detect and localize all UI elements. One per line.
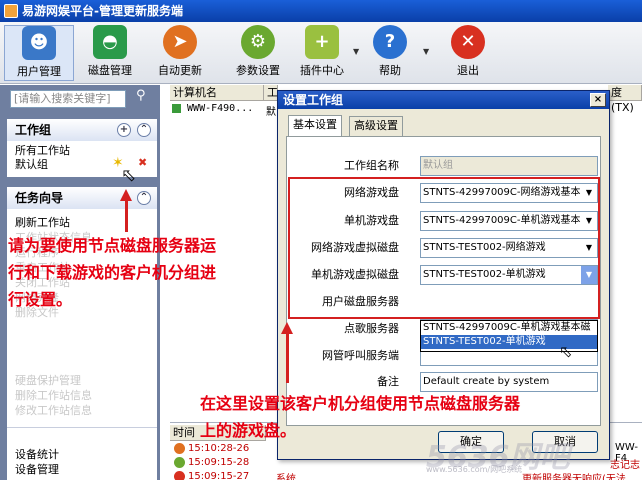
dropdown-option[interactable]: STNTS-42997009C-单机游戏基本磁 [421, 321, 597, 335]
divider [7, 427, 157, 428]
app-icon [4, 4, 18, 18]
plugin-dropdown-arrow[interactable]: ▼ [353, 47, 359, 56]
note-input[interactable]: Default create by system [420, 372, 598, 392]
column-header[interactable]: 计算机名 [170, 85, 264, 101]
group-name-label: 工作组名称 [344, 159, 399, 172]
delete-icon[interactable]: ✖ [138, 156, 147, 169]
annotation-arrow-icon [281, 322, 293, 334]
user-management-icon: ☻ [22, 26, 56, 60]
log-row[interactable]: 15:09:15-27 [174, 470, 249, 480]
group-name-field[interactable]: 默认组 [420, 156, 598, 176]
error-icon [174, 470, 185, 480]
annotation-pointer-line [286, 333, 289, 383]
toolbar-user-management-button[interactable]: ☻ 用户管理 [4, 25, 74, 81]
close-icon[interactable]: × [590, 93, 606, 107]
search-icon[interactable]: ⚲ [136, 88, 152, 104]
toolbar-disk-management-button[interactable]: ◓ 磁盘管理 [80, 25, 140, 81]
annotation-pointer-line [125, 200, 128, 232]
device-item[interactable]: 设备统计 [7, 447, 157, 462]
task-item[interactable]: 硬盘保护管理 [7, 373, 157, 388]
task-wizard-panel: 任务向导 ⌃ 刷新工作站 工作站状态信息 运行程序 重启工作站 关闭工作站 网络… [7, 187, 157, 480]
site-watermark: 5636网吧 www.5636.com/网吧系统 [426, 440, 570, 475]
workgroup-panel-header: 工作组 + ⌃ [7, 119, 157, 141]
add-workgroup-icon[interactable]: + [117, 123, 131, 137]
main-toolbar: ☻ 用户管理 ◓ 磁盘管理 ➤ 自动更新 ⚙ 参数设置 + 插件中心 ▼ ? 帮… [0, 22, 642, 84]
collapse-icon[interactable]: ⌃ [137, 123, 151, 137]
task-item[interactable]: 删除工作站信息 [7, 388, 157, 403]
disk-management-icon: ◓ [93, 25, 127, 59]
toolbar-settings-button[interactable]: ⚙ 参数设置 [228, 25, 288, 81]
auto-update-icon: ➤ [163, 25, 197, 59]
song-server-label: 点歌服务器 [344, 322, 399, 335]
note-label: 备注 [377, 375, 399, 388]
mouse-cursor-icon: ⬁ [121, 165, 137, 186]
annotation-arrow-icon [120, 189, 132, 201]
collapse-icon[interactable]: ⌃ [137, 191, 151, 205]
column-header[interactable]: 度 (TX) [608, 85, 642, 114]
netcall-server-label: 网管呼叫服务端 [322, 349, 399, 362]
help-icon: ? [373, 25, 407, 59]
toolbar-plugin-center-button[interactable]: + 插件中心 [292, 25, 352, 81]
task-wizard-header: 任务向导 ⌃ [7, 187, 157, 209]
ok-icon [174, 456, 185, 468]
toolbar-auto-update-button[interactable]: ➤ 自动更新 [150, 25, 210, 81]
log-row[interactable]: 15:09:15-28 [174, 456, 249, 470]
help-dropdown-arrow[interactable]: ▼ [423, 47, 429, 56]
workgroup-item[interactable]: 所有工作站 [7, 141, 157, 158]
info-icon [174, 442, 185, 454]
highlight-box [288, 177, 600, 319]
gear-icon: ⚙ [241, 25, 275, 59]
tab-basic-settings[interactable]: 基本设置 [288, 115, 342, 137]
column-header[interactable]: 工 [264, 85, 278, 101]
device-item[interactable]: 设备管理 [7, 462, 157, 477]
table-cell: 默 [266, 107, 276, 118]
annotation-left: 请为要使用节点磁盘服务器运 行和下载游戏的客户机分组进 行设置。 [8, 236, 217, 309]
task-item[interactable]: 修改工作站信息 [7, 403, 157, 418]
toolbar-help-button[interactable]: ? 帮助 [362, 25, 418, 81]
window-title-bar: 易游网娱平台-管理更新服务端 [0, 0, 642, 22]
task-item[interactable]: 刷新工作站 [7, 215, 157, 230]
plugin-folder-icon: + [305, 25, 339, 59]
log-source: 系统 [276, 474, 296, 480]
window-title: 易游网娱平台-管理更新服务端 [22, 4, 183, 18]
table-row[interactable]: WWW-F490... [172, 103, 253, 114]
toolbar-exit-button[interactable]: ✕ 退出 [440, 25, 496, 81]
tab-advanced-settings[interactable]: 高级设置 [349, 116, 403, 136]
workgroup-panel: 工作组 + ⌃ 所有工作站 默认组 ✶ ✖ ⬁ [7, 119, 157, 186]
computer-icon [172, 103, 181, 113]
dialog-title-bar: 设置工作组 × [278, 91, 609, 109]
exit-icon: ✕ [451, 25, 485, 59]
log-row[interactable]: 15:10:28-26 [174, 442, 249, 456]
search-input[interactable]: [请输入搜索关键字] [10, 90, 126, 108]
mouse-cursor-icon: ⬁ [559, 342, 573, 361]
